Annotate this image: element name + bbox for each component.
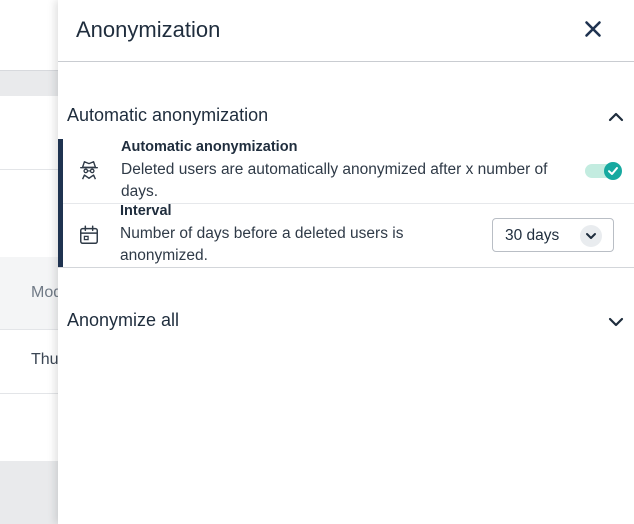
setting-description-interval: Number of days before a deleted users is… [120, 225, 404, 264]
automatic-anonymization-toggle[interactable] [585, 162, 622, 180]
background-row-cell: Thu [31, 351, 59, 368]
setting-title-interval: Interval [120, 203, 172, 219]
drawer-header: Anonymization [58, 0, 634, 62]
toggle-knob [604, 162, 622, 180]
spy-icon [80, 161, 98, 180]
drawer-title: Anonymization [76, 17, 221, 42]
section-anonymize-all-header[interactable]: Anonymize all [58, 300, 634, 344]
interval-select[interactable]: 30 days [492, 218, 614, 252]
setting-title-automatic-anonymization: Automatic anonymization [121, 139, 298, 155]
section-title: Anonymize all [67, 310, 180, 330]
calendar-icon [80, 225, 98, 244]
interval-select-value: 30 days [505, 227, 560, 244]
automatic-anonymization-settings: Automatic anonymization Deleted users ar… [58, 139, 634, 268]
chevron-up-icon [608, 112, 624, 122]
check-icon [608, 167, 618, 175]
section-automatic-anonymization-header[interactable]: Automatic anonymization [58, 95, 634, 139]
select-chevron [580, 225, 602, 247]
chevron-down-icon [608, 317, 624, 327]
chevron-down-icon [586, 233, 596, 239]
section-title: Automatic anonymization [67, 105, 269, 125]
close-button[interactable] [578, 14, 608, 44]
close-icon [585, 21, 601, 37]
anonymization-drawer: Anonymization Automatic anonymization Au… [58, 0, 634, 524]
setting-description-automatic-anonymization: Deleted users are automatically anonymiz… [121, 161, 548, 200]
